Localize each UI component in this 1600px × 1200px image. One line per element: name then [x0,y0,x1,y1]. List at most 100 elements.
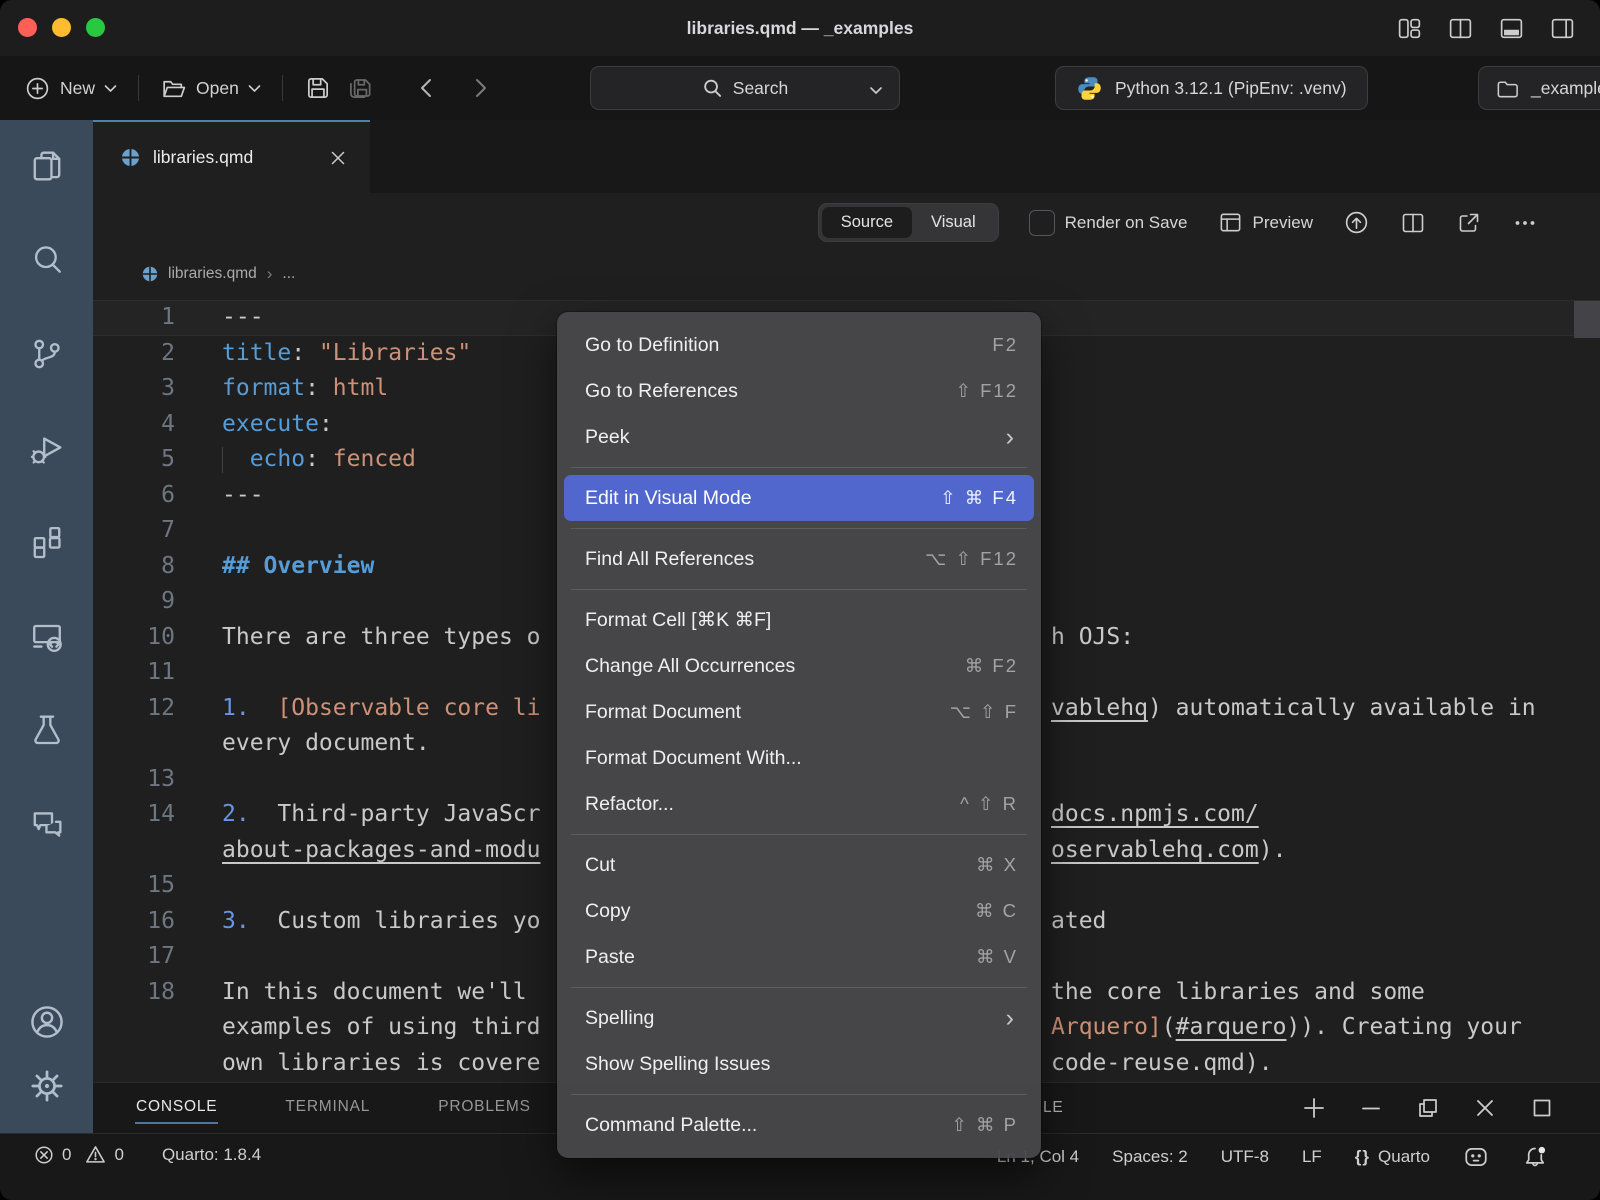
warning-count: 0 [114,1145,123,1165]
menu-item-copy[interactable]: Copy⌘ C [564,888,1034,934]
panel-restore-icon[interactable] [1416,1096,1440,1120]
more-actions-icon[interactable] [1512,210,1538,236]
panel-maximize-icon[interactable] [1530,1096,1554,1120]
menu-item-label: Paste [585,946,976,969]
line-number: 17 [93,939,175,975]
menu-item-shortcut: ⌘ C [975,900,1018,922]
warning-icon [85,1144,106,1165]
panel-tab-problems[interactable]: PROBLEMS [437,1092,532,1124]
language-mode-status[interactable]: {} Quarto [1355,1147,1430,1167]
line-number: 10 [93,620,175,656]
panel-tab-terminal[interactable]: TERMINAL [284,1092,371,1124]
render-on-save-checkbox[interactable] [1029,210,1055,236]
menu-item-format-document-with[interactable]: Format Document With... [564,735,1034,781]
navigate-forward-icon[interactable] [467,75,493,101]
problems-status[interactable]: 0 0 [34,1144,124,1165]
menu-item-label: Edit in Visual Mode [585,487,940,510]
title-bar: libraries.qmd — _examples [0,0,1600,56]
code-token: html [333,375,388,401]
visual-mode-button[interactable]: Visual [912,207,995,238]
settings-gear-icon[interactable] [26,1065,68,1107]
search-input[interactable]: Search [590,66,900,110]
line-number: 18 [93,975,175,1011]
menu-item-format-cell-k-f[interactable]: Format Cell [⌘K ⌘F] [564,597,1034,643]
render-publish-icon[interactable] [1343,209,1370,236]
save-all-icon[interactable] [345,73,375,103]
testing-icon[interactable] [27,710,67,750]
submenu-chevron-icon: › [1006,425,1014,450]
menu-item-peek[interactable]: Peek› [564,414,1034,460]
run-and-debug-icon[interactable] [27,428,67,468]
menu-item-edit-in-visual-mode[interactable]: Edit in Visual Mode⇧ ⌘ F4 [564,475,1034,521]
line-number: 7 [93,513,175,549]
menu-item-label: Spelling [585,1007,1006,1030]
code-token: the core libraries and some [1051,979,1425,1005]
open-in-new-window-icon[interactable] [1456,210,1482,236]
preview-button[interactable]: Preview [1218,210,1313,235]
editor-scrollbar-thumb[interactable] [1574,301,1600,338]
toggle-panel-icon[interactable] [1498,15,1525,42]
indent-guide [222,447,223,473]
tab-libraries-qmd[interactable]: libraries.qmd [93,120,370,193]
customize-layout-icon[interactable] [1396,15,1423,42]
menu-item-format-document[interactable]: Format Document⌥ ⇧ F [564,689,1034,735]
line-number: 12 [93,691,175,727]
notifications-bell-icon[interactable] [1522,1144,1548,1170]
project-selector[interactable]: _examples [1478,66,1600,110]
navigate-back-icon[interactable] [414,75,440,101]
source-visual-toggle: Source Visual [818,203,999,242]
split-editor-icon[interactable] [1400,210,1426,236]
menu-item-shortcut: ⇧ ⌘ P [951,1114,1018,1136]
panel-tab-fragment[interactable]: LE [1043,1099,1064,1117]
indentation-status[interactable]: Spaces: 2 [1112,1147,1188,1167]
feedback-icon[interactable] [1463,1144,1489,1170]
eol-status[interactable]: LF [1302,1147,1322,1167]
comments-icon[interactable] [27,804,67,844]
menu-item-label: Cut [585,854,976,877]
panel-minimize-icon[interactable] [1359,1096,1383,1120]
extensions-icon[interactable] [27,522,67,562]
interpreter-label: Python 3.12.1 (PipEnv: .venv) [1115,78,1347,99]
remote-explorer-icon[interactable] [27,616,67,656]
menu-item-command-palette[interactable]: Command Palette...⇧ ⌘ P [564,1102,1034,1148]
save-icon[interactable] [304,74,332,102]
toggle-secondary-sidebar-icon[interactable] [1549,15,1576,42]
source-mode-button[interactable]: Source [822,207,912,238]
explorer-icon[interactable] [27,146,67,186]
menu-item-paste[interactable]: Paste⌘ V [564,934,1034,980]
menu-item-cut[interactable]: Cut⌘ X [564,842,1034,888]
menu-item-go-to-definition[interactable]: Go to DefinitionF2 [564,322,1034,368]
encoding-status[interactable]: UTF-8 [1221,1147,1269,1167]
code-text-left: echo: fenced [222,446,416,472]
menu-item-show-spelling-issues[interactable]: Show Spelling Issues [564,1041,1034,1087]
line-number: 9 [93,584,175,620]
menu-item-spelling[interactable]: Spelling› [564,995,1034,1041]
menu-separator [571,1094,1027,1095]
submenu-chevron-icon: › [1006,1006,1014,1031]
menu-item-change-all-occurrences[interactable]: Change All Occurrences⌘ F2 [564,643,1034,689]
quarto-version-status[interactable]: Quarto: 1.8.4 [162,1145,261,1165]
search-sidebar-icon[interactable] [27,240,67,280]
code-token: every document. [222,730,430,756]
code-text-left: about-packages-and-modu [222,837,541,863]
split-editor-layout-icon[interactable] [1447,15,1474,42]
source-control-icon[interactable] [27,334,67,374]
new-button-label: New [60,78,95,99]
breadcrumb-file[interactable]: libraries.qmd [168,265,257,283]
interpreter-selector[interactable]: Python 3.12.1 (PipEnv: .venv) [1055,66,1368,110]
open-button[interactable]: Open [160,75,261,102]
new-button[interactable]: New [24,75,117,102]
breadcrumb-more[interactable]: ... [282,265,295,283]
menu-item-refactor[interactable]: Refactor...^ ⇧ R [564,781,1034,827]
menu-item-go-to-references[interactable]: Go to References⇧ F12 [564,368,1034,414]
code-text-left: examples of using third [222,1014,541,1040]
panel-tab-console[interactable]: CONSOLE [135,1092,218,1124]
menu-item-label: Change All Occurrences [585,655,965,678]
panel-plus-icon[interactable] [1302,1096,1326,1120]
close-tab-icon[interactable] [324,144,352,172]
search-chevron-down-icon[interactable] [869,86,883,95]
menu-item-find-all-references[interactable]: Find All References⌥ ⇧ F12 [564,536,1034,582]
panel-close-icon[interactable] [1473,1096,1497,1120]
accounts-icon[interactable] [26,1001,68,1043]
folder-icon [1495,76,1520,101]
